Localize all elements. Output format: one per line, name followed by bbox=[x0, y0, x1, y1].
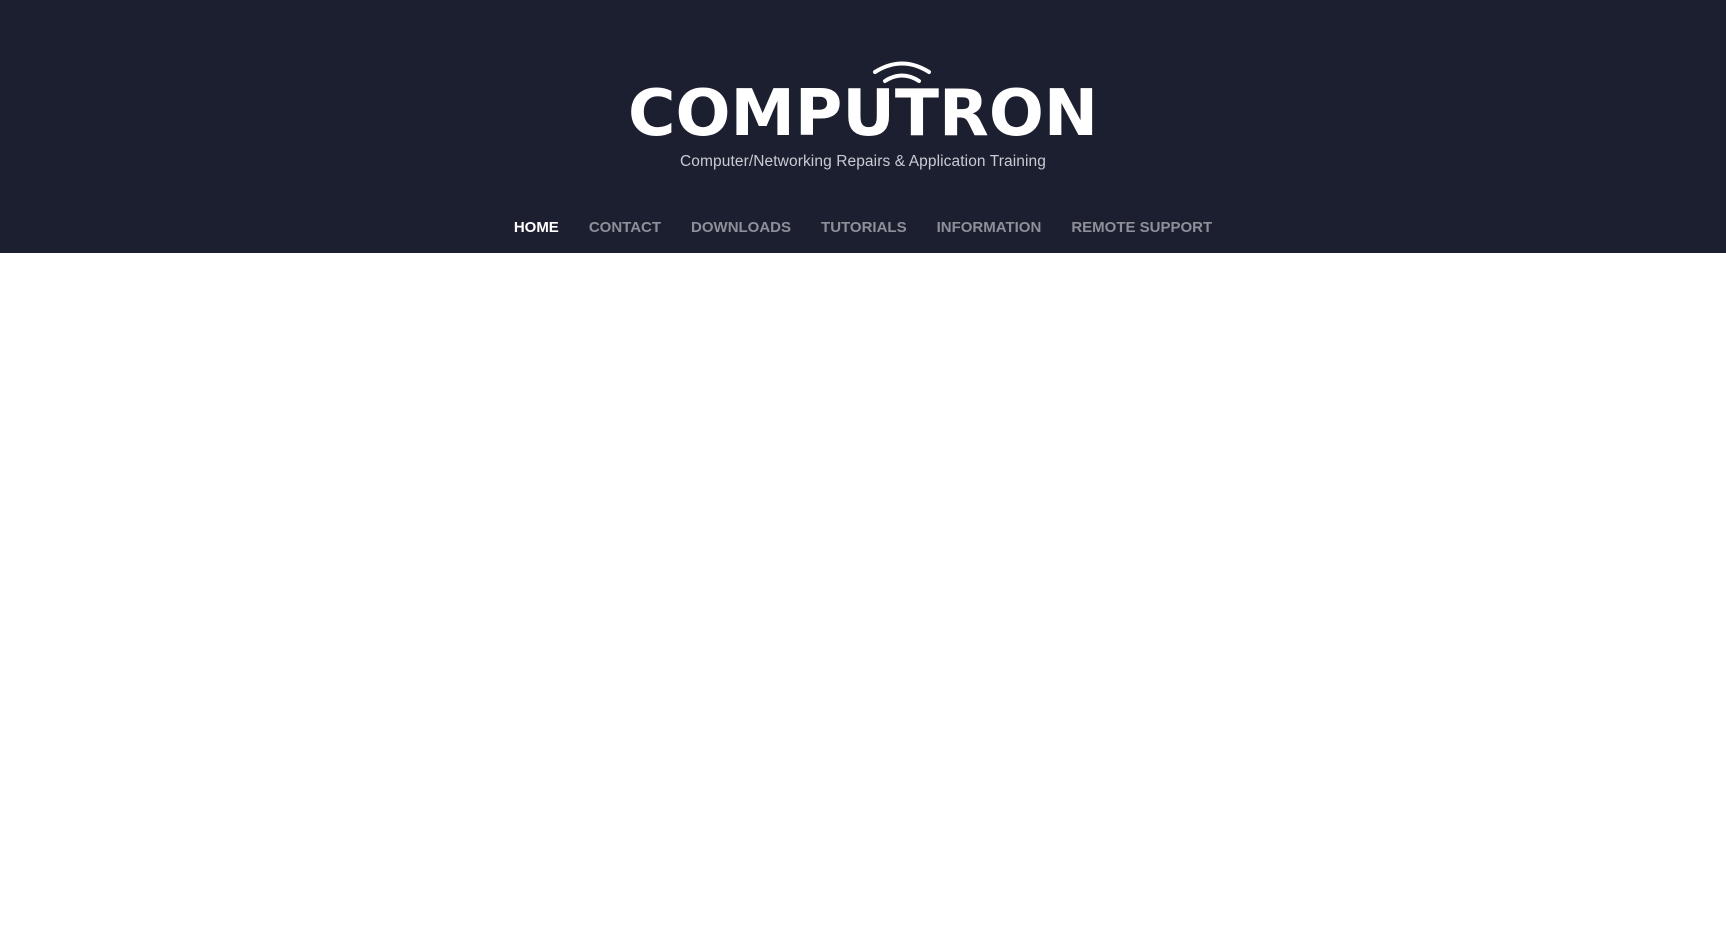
site-header: COMPUTRON Computer/Networking Repairs & … bbox=[0, 0, 1726, 253]
nav-downloads[interactable]: DOWNLOADS bbox=[676, 219, 806, 236]
nav-remote-support[interactable]: REMOTE SUPPORT bbox=[1056, 219, 1227, 236]
site-tagline: Computer/Networking Repairs & Applicatio… bbox=[680, 153, 1046, 170]
nav-contact[interactable]: CONTACT bbox=[574, 219, 676, 236]
logo-wordmark: COMPUTRON bbox=[628, 77, 1098, 145]
nav-home[interactable]: HOME bbox=[499, 219, 574, 236]
main-content bbox=[0, 253, 1726, 937]
nav-information[interactable]: INFORMATION bbox=[922, 219, 1057, 236]
computron-logo-icon: COMPUTRON bbox=[628, 61, 1098, 145]
main-nav: HOME CONTACT DOWNLOADS TUTORIALS INFORMA… bbox=[0, 219, 1726, 236]
nav-tutorials[interactable]: TUTORIALS bbox=[806, 219, 922, 236]
site-logo[interactable]: COMPUTRON bbox=[620, 55, 1106, 145]
